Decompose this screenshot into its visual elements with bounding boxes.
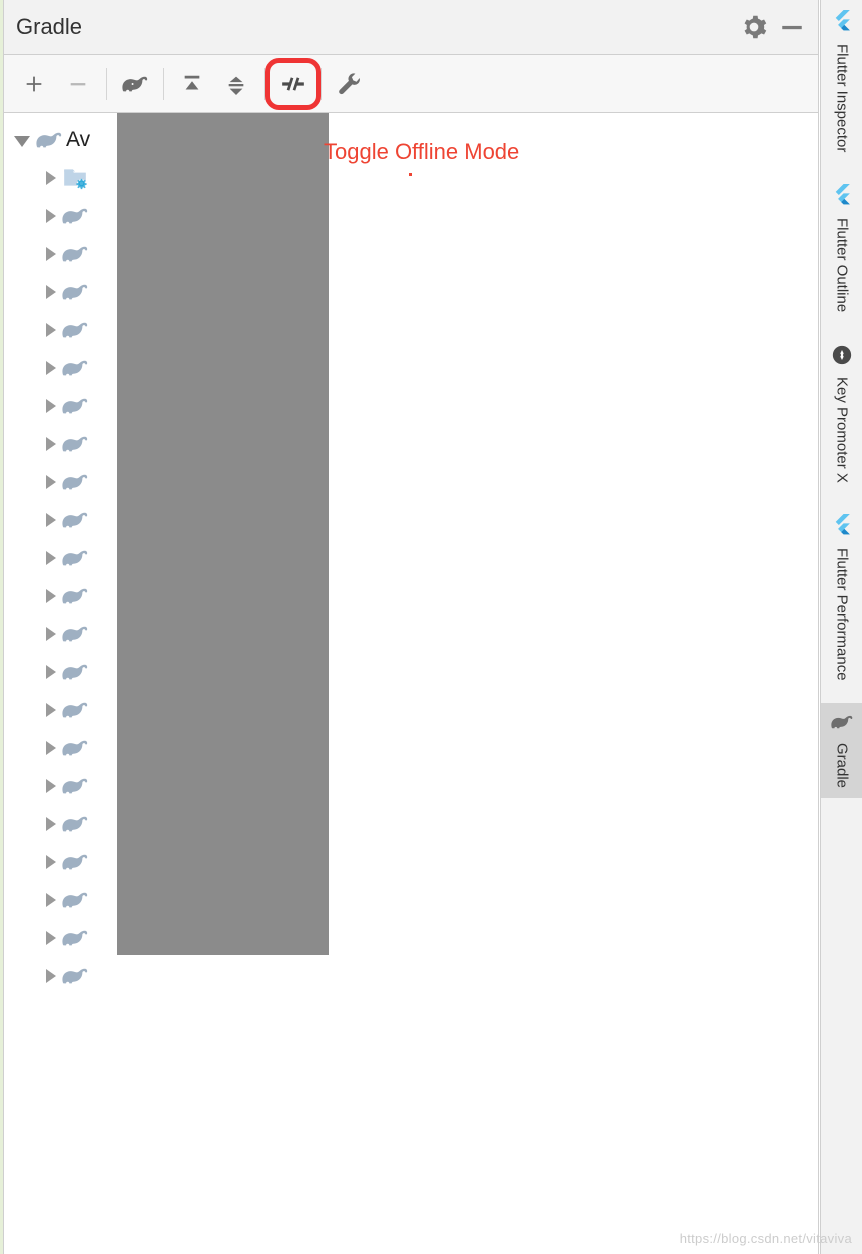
- remove-button[interactable]: [56, 64, 100, 104]
- gradle-elephant-icon: [62, 811, 88, 837]
- tool-tab-flutter-inspector[interactable]: Flutter Inspector: [821, 0, 862, 162]
- gradle-elephant-icon: [62, 735, 88, 761]
- toolbar-separator: [106, 68, 107, 100]
- caret-right-icon: [46, 741, 56, 755]
- caret-right-icon: [46, 893, 56, 907]
- redaction-block: [117, 113, 329, 955]
- gear-icon: [741, 14, 767, 40]
- keypromoter-icon: [832, 345, 852, 365]
- gradle-elephant-icon: [62, 203, 88, 229]
- caret-right-icon: [46, 665, 56, 679]
- add-button[interactable]: [12, 64, 56, 104]
- expand-all-icon: [181, 73, 203, 95]
- gradle-settings-button[interactable]: [328, 64, 372, 104]
- right-tool-tabs: Flutter Inspector Flutter Outline Key Pr…: [820, 0, 862, 1254]
- tool-tab-label: Flutter Performance: [834, 548, 851, 681]
- tool-tab-flutter-outline[interactable]: Flutter Outline: [821, 174, 862, 322]
- annotation-dot: [409, 173, 412, 176]
- gradle-elephant-icon: [122, 71, 148, 97]
- gradle-elephant-icon: [831, 713, 853, 731]
- gradle-panel: Gradle: [3, 0, 819, 1254]
- gradle-elephant-icon: [62, 887, 88, 913]
- expand-all-button[interactable]: [170, 64, 214, 104]
- tree-item[interactable]: [4, 957, 818, 995]
- minus-icon: [67, 73, 89, 95]
- gradle-elephant-icon: [62, 241, 88, 267]
- caret-right-icon: [46, 323, 56, 337]
- tree-root-label: Av: [66, 128, 90, 152]
- caret-right-icon: [46, 475, 56, 489]
- gradle-elephant-icon: [62, 469, 88, 495]
- caret-right-icon: [46, 627, 56, 641]
- toolbar: [4, 55, 818, 113]
- watermark: https://blog.csdn.net/vitaviva: [680, 1231, 852, 1246]
- gradle-elephant-icon: [62, 545, 88, 571]
- caret-right-icon: [46, 247, 56, 261]
- caret-right-icon: [46, 779, 56, 793]
- hide-button[interactable]: [778, 13, 806, 41]
- caret-right-icon: [46, 703, 56, 717]
- flutter-icon: [832, 514, 852, 536]
- caret-right-icon: [46, 589, 56, 603]
- caret-right-icon: [46, 209, 56, 223]
- collapse-all-icon: [225, 73, 247, 95]
- tool-tab-gradle[interactable]: Gradle: [821, 703, 862, 798]
- panel-header: Gradle: [4, 0, 818, 55]
- gradle-elephant-icon: [62, 583, 88, 609]
- gradle-elephant-icon: [62, 659, 88, 685]
- caret-right-icon: [46, 513, 56, 527]
- caret-right-icon: [46, 855, 56, 869]
- gradle-elephant-icon: [62, 849, 88, 875]
- settings-button[interactable]: [740, 13, 768, 41]
- gradle-elephant-icon: [62, 317, 88, 343]
- gradle-elephant-icon: [62, 507, 88, 533]
- toggle-offline-button[interactable]: [271, 64, 315, 104]
- caret-right-icon: [46, 817, 56, 831]
- gradle-elephant-icon: [62, 393, 88, 419]
- toolbar-separator: [321, 68, 322, 100]
- gradle-elephant-icon: [62, 355, 88, 381]
- minus-icon: [779, 14, 805, 40]
- tree-area[interactable]: Toggle Offline Mode Av: [4, 113, 818, 995]
- gradle-elephant-icon: [62, 925, 88, 951]
- flutter-icon: [832, 184, 852, 206]
- caret-right-icon: [46, 969, 56, 983]
- tool-tab-label: Gradle: [834, 743, 851, 788]
- tool-tab-label: Flutter Inspector: [834, 44, 851, 152]
- tool-tab-flutter-performance[interactable]: Flutter Performance: [821, 504, 862, 691]
- gradle-elephant-icon: [62, 773, 88, 799]
- tool-tab-label: Key Promoter X: [834, 377, 851, 483]
- caret-right-icon: [46, 285, 56, 299]
- caret-right-icon: [46, 399, 56, 413]
- gradle-button[interactable]: [113, 64, 157, 104]
- flutter-icon: [832, 10, 852, 32]
- collapse-all-button[interactable]: [214, 64, 258, 104]
- highlight-circle: [265, 58, 321, 110]
- toolbar-separator: [163, 68, 164, 100]
- tooltip-label: Toggle Offline Mode: [324, 139, 519, 165]
- caret-right-icon: [46, 437, 56, 451]
- gradle-elephant-icon: [62, 697, 88, 723]
- caret-right-icon: [46, 931, 56, 945]
- caret-down-icon: [14, 136, 30, 147]
- tool-tab-key-promoter-x[interactable]: Key Promoter X: [821, 335, 862, 493]
- folder-gear-icon: [62, 165, 88, 191]
- wrench-icon: [337, 71, 363, 97]
- caret-right-icon: [46, 551, 56, 565]
- gradle-elephant-icon: [62, 621, 88, 647]
- caret-right-icon: [46, 361, 56, 375]
- gradle-elephant-icon: [62, 279, 88, 305]
- plus-icon: [23, 73, 45, 95]
- gradle-elephant-icon: [62, 963, 88, 989]
- gradle-elephant-icon: [62, 431, 88, 457]
- panel-title: Gradle: [16, 14, 730, 40]
- caret-right-icon: [46, 171, 56, 185]
- tool-tab-label: Flutter Outline: [834, 218, 851, 312]
- gradle-elephant-icon: [36, 127, 62, 153]
